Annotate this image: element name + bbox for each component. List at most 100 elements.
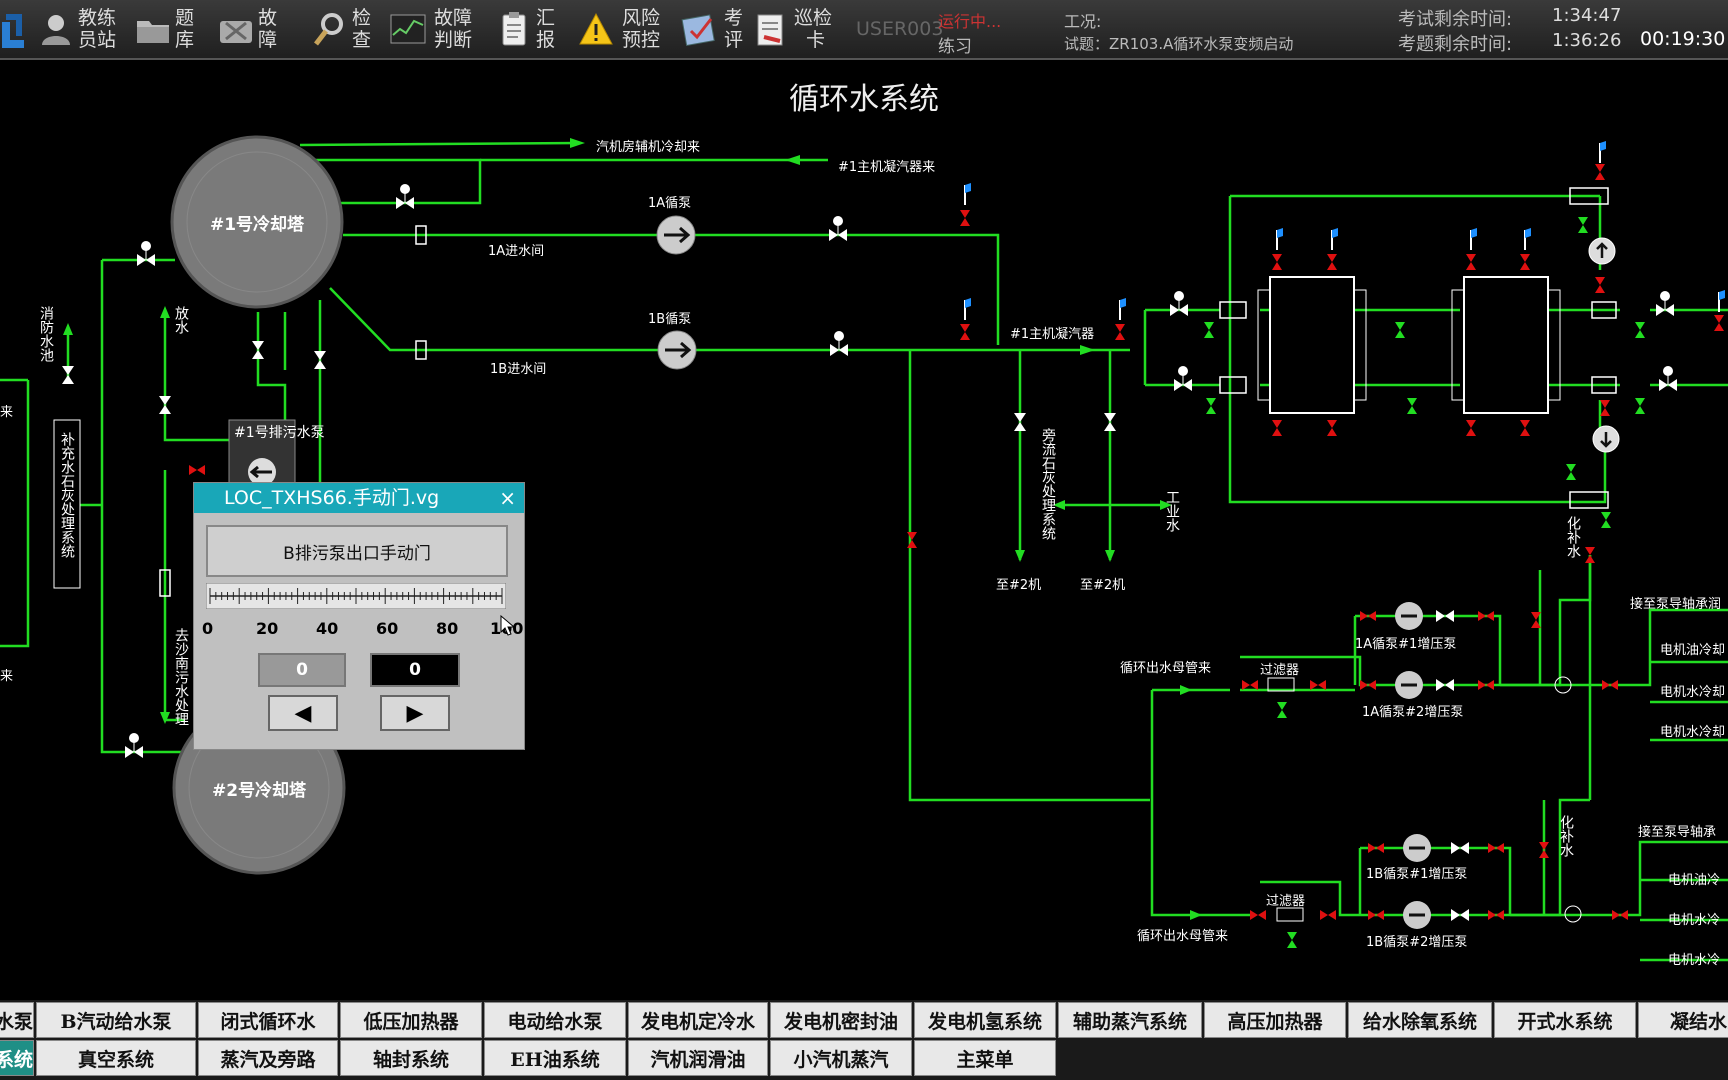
- nav-button[interactable]: 发电机氢系统: [914, 1002, 1056, 1038]
- nav-button[interactable]: 辅助蒸汽系统: [1058, 1002, 1202, 1038]
- nav-button[interactable]: 凝结水系: [1638, 1002, 1728, 1038]
- valve-position-slider[interactable]: [206, 583, 506, 609]
- booster-pump-1b2[interactable]: [1403, 901, 1431, 929]
- decrease-button[interactable]: ◀: [268, 695, 338, 731]
- valve-name-field: B排污泵出口手动门: [206, 525, 508, 577]
- label-fire-pool: 消防水池: [38, 306, 54, 362]
- label-left-cut-1: 来: [0, 405, 13, 420]
- app-logo-icon: [2, 14, 24, 48]
- nav-button[interactable]: 电动给水泵: [484, 1002, 626, 1038]
- nav-button[interactable]: 开式水系统: [1494, 1002, 1636, 1038]
- nav-button[interactable]: 轴封系统: [340, 1040, 482, 1076]
- dialog-title: LOC_TXHS66.手动门.vg: [224, 487, 440, 509]
- mouse-cursor-icon: [500, 615, 516, 636]
- nav-button[interactable]: 闭式循环水: [198, 1002, 338, 1038]
- nav-button[interactable]: 给水除氧系统: [1348, 1002, 1492, 1038]
- label-booster-1b2: 1B循泵#2增压泵: [1366, 935, 1467, 950]
- booster-pump-1a1[interactable]: [1395, 602, 1423, 630]
- label-booster-1a2: 1A循泵#2增压泵: [1362, 705, 1463, 720]
- manual-valve-dialog: LOC_TXHS66.手动门.vg × B排污泵出口手动门 0 20 40 60…: [193, 482, 525, 750]
- label-chem-makeup-2: 化补水: [1558, 815, 1574, 857]
- nav-button[interactable]: 主菜单: [914, 1040, 1056, 1076]
- mode-status: 练习: [938, 37, 972, 57]
- pump-1a[interactable]: [656, 215, 696, 255]
- label-motor-oil-2: 电机油冷: [1668, 873, 1720, 888]
- toolbar-button-fault-judge[interactable]: 故障 判断: [386, 6, 480, 52]
- clipboard-icon: [502, 12, 526, 46]
- scale-label: 20: [256, 619, 279, 638]
- cooling-tower-1-label: #1号冷却塔: [210, 214, 305, 235]
- label-booster-1b1: 1B循泵#1增压泵: [1366, 867, 1467, 882]
- nav-button[interactable]: 真空系统: [36, 1040, 196, 1076]
- condenser-block-a[interactable]: [1257, 276, 1367, 414]
- scale-label: 60: [376, 619, 399, 638]
- scale-label: 0: [202, 619, 214, 638]
- label-motor-water-3: 电机水冷: [1668, 913, 1720, 928]
- label-from-main-condenser: #1主机凝汽器来: [838, 159, 935, 175]
- label-drain-pump: #1号排污水泵: [234, 425, 325, 441]
- label-pump-1a: 1A循泵: [648, 196, 691, 211]
- label-bypass-lime: 旁流石灰处理系统: [1040, 427, 1056, 541]
- nav-button[interactable]: EH油系统: [484, 1040, 626, 1076]
- label-inlet-1a: 1A进水间: [488, 244, 544, 259]
- label-motor-water-1: 电机水冷却: [1660, 685, 1725, 700]
- folder-icon: [137, 21, 169, 43]
- toolbar-button-check[interactable]: 检查: [312, 6, 378, 52]
- toolbar-button-evaluate[interactable]: 考评: [678, 6, 750, 52]
- nav-button[interactable]: B汽动给水泵: [36, 1002, 196, 1038]
- valve-set-value[interactable]: 0: [258, 653, 346, 687]
- trend-icon: [390, 14, 426, 44]
- user-id: USER003: [856, 18, 944, 40]
- nav-button[interactable]: 发电机密封油: [770, 1002, 912, 1038]
- nav-button[interactable]: 发电机定冷水: [628, 1002, 768, 1038]
- toolbar-button-inspection-card[interactable]: 巡检卡: [752, 6, 838, 52]
- toolbar-button-question-bank[interactable]: 题库: [135, 6, 201, 52]
- clock: 00:19:30: [1640, 28, 1726, 50]
- toolbar-button-risk-control[interactable]: 风险 预控: [574, 6, 668, 52]
- label-drain: 放水: [173, 306, 189, 334]
- exam-question: 试题：ZR103.A循环水泵变频启动: [1064, 35, 1294, 53]
- label-to-bearing-2: 接至泵导轴承: [1638, 824, 1716, 840]
- condenser-block-b[interactable]: [1451, 276, 1561, 414]
- question-remaining-label: 考题剩余时间:: [1398, 34, 1513, 55]
- label-filter-1: 过滤器: [1260, 663, 1299, 678]
- tools-icon: [220, 21, 252, 43]
- label-from-aux-cooling: 汽机房辅机冷却来: [596, 139, 700, 155]
- label-to-unit2-a: 至#2机: [996, 578, 1041, 593]
- label-chem-makeup-1: 化补水: [1565, 516, 1581, 558]
- toolbar-button-report[interactable]: 汇报: [496, 6, 562, 52]
- bottom-system-nav: 水泵 B汽动给水泵 闭式循环水 低压加热器 电动给水泵 发电机定冷水 发电机密封油 发电机氢系…: [0, 1000, 1728, 1080]
- toolbar-button-trainer-station[interactable]: 教练 员站: [38, 6, 124, 52]
- nav-button[interactable]: 水泵: [0, 1002, 34, 1038]
- user-icon: [42, 15, 70, 45]
- label-motor-oil-1: 电机油冷却: [1660, 643, 1725, 658]
- evaluate-icon: [681, 14, 715, 46]
- scale-label: 80: [436, 619, 459, 638]
- label-inlet-1b: 1B进水间: [490, 362, 546, 377]
- label-makeup-lime: 补充水石灰处理系统: [59, 432, 75, 559]
- nav-button[interactable]: 蒸汽及旁路: [198, 1040, 338, 1076]
- label-booster-1a1: 1A循泵#1增压泵: [1355, 637, 1456, 652]
- nav-button[interactable]: 小汽机蒸汽: [770, 1040, 912, 1076]
- increase-button[interactable]: ▶: [380, 695, 450, 731]
- label-left-cut-2: 来: [0, 669, 13, 684]
- condition-label: 工况:: [1064, 12, 1102, 31]
- top-toolbar: 教练 员站 题库 故障 检查 故障 判断 汇报 风险 预控 考评 巡检卡 USER00…: [0, 0, 1728, 60]
- booster-pump-1a2[interactable]: [1395, 671, 1423, 699]
- inspection-card-icon: [757, 14, 783, 46]
- nav-button[interactable]: 汽机润滑油: [628, 1040, 768, 1076]
- close-icon[interactable]: ×: [499, 483, 516, 513]
- pump-1b[interactable]: [657, 330, 697, 370]
- nav-button-active[interactable]: 系统: [0, 1040, 34, 1076]
- label-pump-1b: 1B循泵: [648, 312, 691, 327]
- label-motor-water-4: 电机水冷: [1668, 953, 1720, 968]
- toolbar-button-fault[interactable]: 故障: [218, 6, 284, 52]
- label-to-bearing-1: 接至泵导轴承润: [1630, 596, 1721, 612]
- nav-button[interactable]: 低压加热器: [340, 1002, 482, 1038]
- valve-actual-value: 0: [370, 653, 460, 687]
- warning-icon: [579, 12, 613, 45]
- label-circ-outlet-2: 循环出水母管来: [1137, 929, 1228, 944]
- dialog-titlebar[interactable]: LOC_TXHS66.手动门.vg ×: [194, 483, 524, 513]
- nav-button[interactable]: 高压加热器: [1204, 1002, 1346, 1038]
- booster-pump-1b1[interactable]: [1403, 834, 1431, 862]
